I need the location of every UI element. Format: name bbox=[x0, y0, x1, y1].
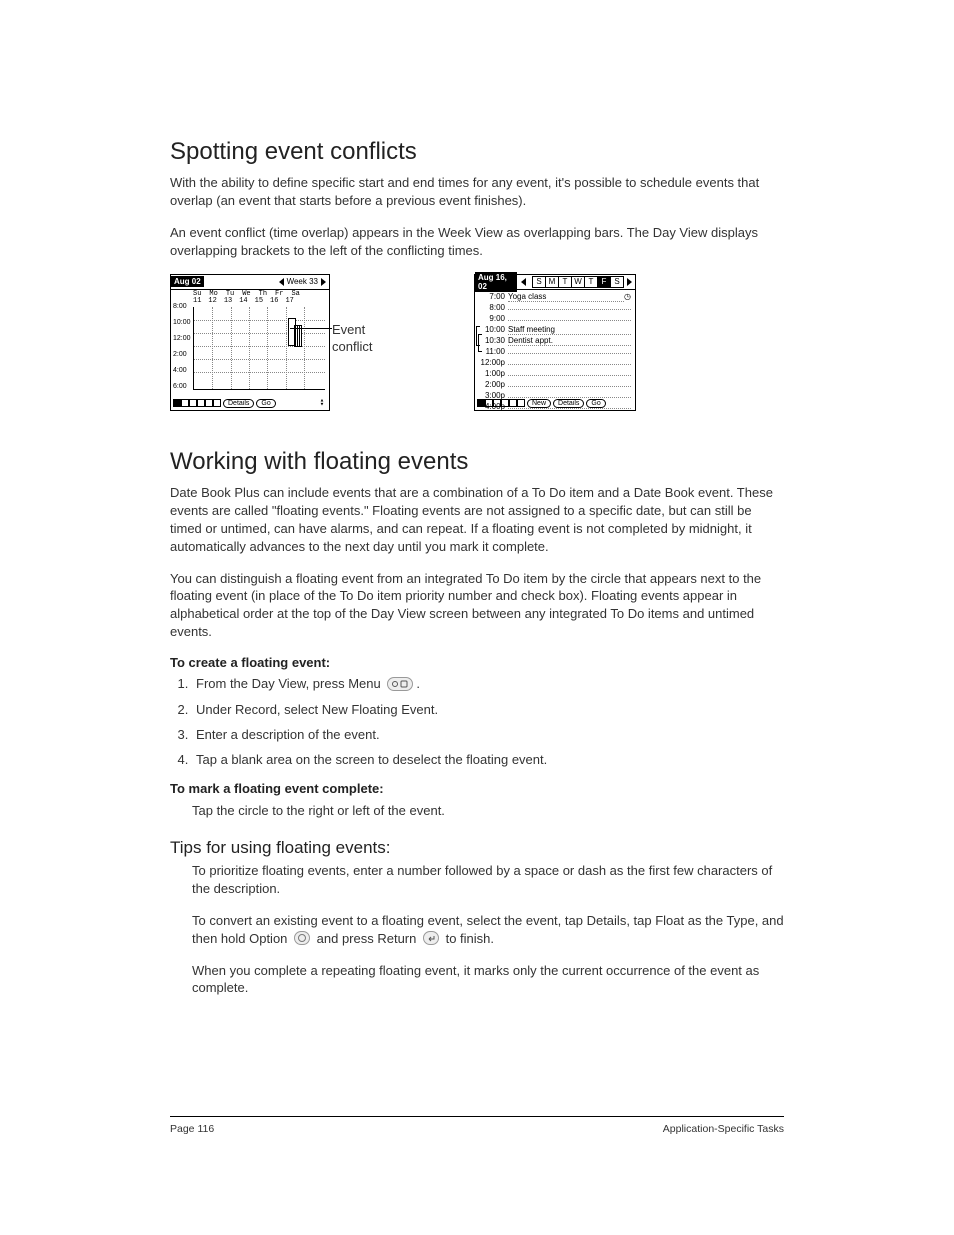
footer-section-title: Application-Specific Tasks bbox=[663, 1123, 784, 1135]
week-grid bbox=[193, 307, 325, 390]
proc-create-steps: From the Day View, press Menu . Under Re… bbox=[170, 676, 784, 767]
heading-floating-events: Working with floating events bbox=[170, 448, 784, 476]
step-4: Tap a blank area on the screen to desele… bbox=[192, 752, 784, 767]
note-icon: ◷ bbox=[624, 292, 631, 301]
next-week-arrow-icon[interactable] bbox=[321, 278, 326, 286]
view-switcher-icons[interactable] bbox=[477, 399, 525, 407]
next-day-arrow-icon[interactable] bbox=[627, 278, 632, 286]
day-view-screenshot: Aug 16, 02 S M T W T F S 7:00Yoga class◷… bbox=[474, 274, 636, 411]
event-conflict-callout: Event conflict bbox=[332, 322, 402, 356]
tips-3: When you complete a repeating floating e… bbox=[192, 962, 784, 998]
scroll-arrows-icon[interactable]: ▴▾ bbox=[317, 399, 327, 407]
para-floating-1: Date Book Plus can include events that a… bbox=[170, 484, 784, 556]
step-2: Under Record, select New Floating Event. bbox=[192, 702, 784, 717]
details-button[interactable]: Details bbox=[223, 399, 254, 408]
option-key-icon bbox=[294, 931, 310, 945]
new-button[interactable]: New bbox=[527, 399, 551, 408]
period: . bbox=[416, 676, 420, 691]
proc-mark-title: To mark a floating event complete: bbox=[170, 781, 784, 796]
tips-1: To prioritize floating events, enter a n… bbox=[192, 862, 784, 898]
conflict-bracket-inner bbox=[478, 334, 482, 352]
proc-create-title: To create a floating event: bbox=[170, 655, 784, 670]
screenshot-row: Aug 02 Week 33 SuMoTuWeThFrSa 1112131415… bbox=[170, 274, 784, 424]
prev-week-arrow-icon[interactable] bbox=[279, 278, 284, 286]
step-1: From the Day View, press Menu . bbox=[192, 676, 784, 692]
week-view-screenshot: Aug 02 Week 33 SuMoTuWeThFrSa 1112131415… bbox=[170, 274, 330, 411]
view-switcher-icons[interactable] bbox=[173, 399, 221, 407]
step-3: Enter a description of the event. bbox=[192, 727, 784, 742]
heading-tips: Tips for using floating events: bbox=[170, 838, 784, 858]
day-of-week-strip[interactable]: S M T W T F S bbox=[533, 276, 624, 288]
para-conflict-1: With the ability to define specific star… bbox=[170, 174, 784, 210]
para-floating-2: You can distinguish a floating event fro… bbox=[170, 570, 784, 642]
proc-mark-body: Tap the circle to the right or left of t… bbox=[192, 802, 784, 820]
go-button[interactable]: Go bbox=[256, 399, 275, 408]
day-date-title: Aug 16, 02 bbox=[475, 272, 517, 292]
week-time-axis: 8:00 10:00 12:00 2:00 4:00 6:00 bbox=[173, 303, 191, 399]
heading-spotting-conflicts: Spotting event conflicts bbox=[170, 138, 784, 166]
prev-day-arrow-icon[interactable] bbox=[521, 278, 526, 286]
week-day-numbers: 11121314151617 bbox=[171, 298, 329, 305]
day-schedule: 7:00Yoga class◷ 8:00 9:00 10:00Staff mee… bbox=[475, 290, 635, 413]
para-conflict-2: An event conflict (time overlap) appears… bbox=[170, 224, 784, 260]
week-month-title: Aug 02 bbox=[171, 276, 204, 287]
page-footer: Page 116 Application-Specific Tasks bbox=[170, 1116, 784, 1135]
tips-2: To convert an existing event to a floati… bbox=[192, 912, 784, 948]
return-key-icon bbox=[423, 931, 439, 945]
footer-page-number: Page 116 bbox=[170, 1123, 214, 1135]
week-number-label: Week 33 bbox=[287, 277, 318, 286]
go-button[interactable]: Go bbox=[586, 399, 605, 408]
details-button[interactable]: Details bbox=[553, 399, 584, 408]
menu-key-icon bbox=[387, 677, 413, 691]
